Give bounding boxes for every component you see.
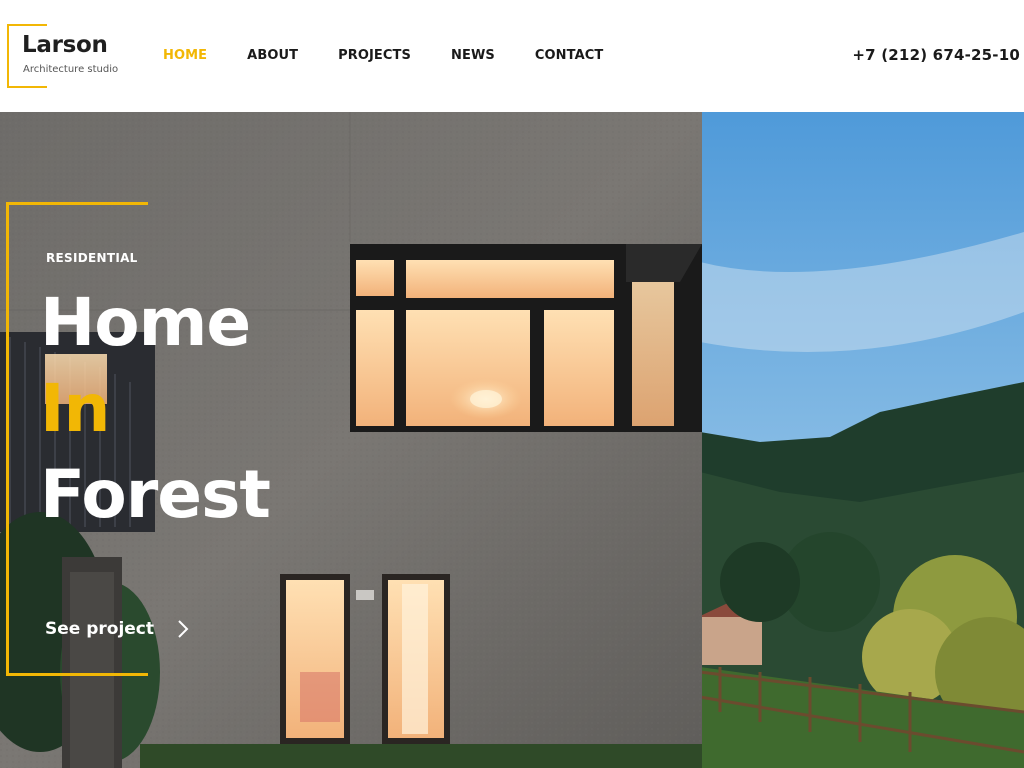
logo-tagline: Architecture studio	[23, 64, 119, 75]
hero-title-line-3: Forest	[40, 456, 271, 533]
nav-item-projects[interactable]: PROJECTS	[338, 48, 411, 63]
frame-bottom-line	[6, 673, 148, 676]
logo[interactable]: Larson Architecture studio	[7, 24, 147, 88]
nav-item-news[interactable]: NEWS	[451, 48, 495, 63]
nav-item-home[interactable]: HOME	[163, 48, 207, 63]
hero-title-line-1: Home	[40, 284, 251, 361]
phone-number[interactable]: +7 (212) 674-25-10	[852, 46, 1020, 64]
project-category: RESIDENTIAL	[46, 251, 138, 265]
see-project-link[interactable]: See project	[45, 618, 190, 640]
hero-title: Home In Forest	[40, 280, 271, 538]
hero-title-line-2: In	[40, 370, 111, 447]
nav-item-contact[interactable]: CONTACT	[535, 48, 604, 63]
site-header: Larson Architecture studio HOME ABOUT PR…	[0, 0, 1024, 112]
logo-name: Larson	[22, 32, 108, 58]
frame-top-line	[6, 202, 148, 205]
nav-item-about[interactable]: ABOUT	[247, 48, 298, 63]
see-project-label: See project	[45, 619, 155, 639]
chevron-right-icon	[178, 620, 189, 638]
frame-left-line	[6, 202, 9, 676]
main-nav: HOME ABOUT PROJECTS NEWS CONTACT	[163, 48, 643, 63]
hero-section: RESIDENTIAL Home In Forest See project	[0, 112, 1024, 768]
